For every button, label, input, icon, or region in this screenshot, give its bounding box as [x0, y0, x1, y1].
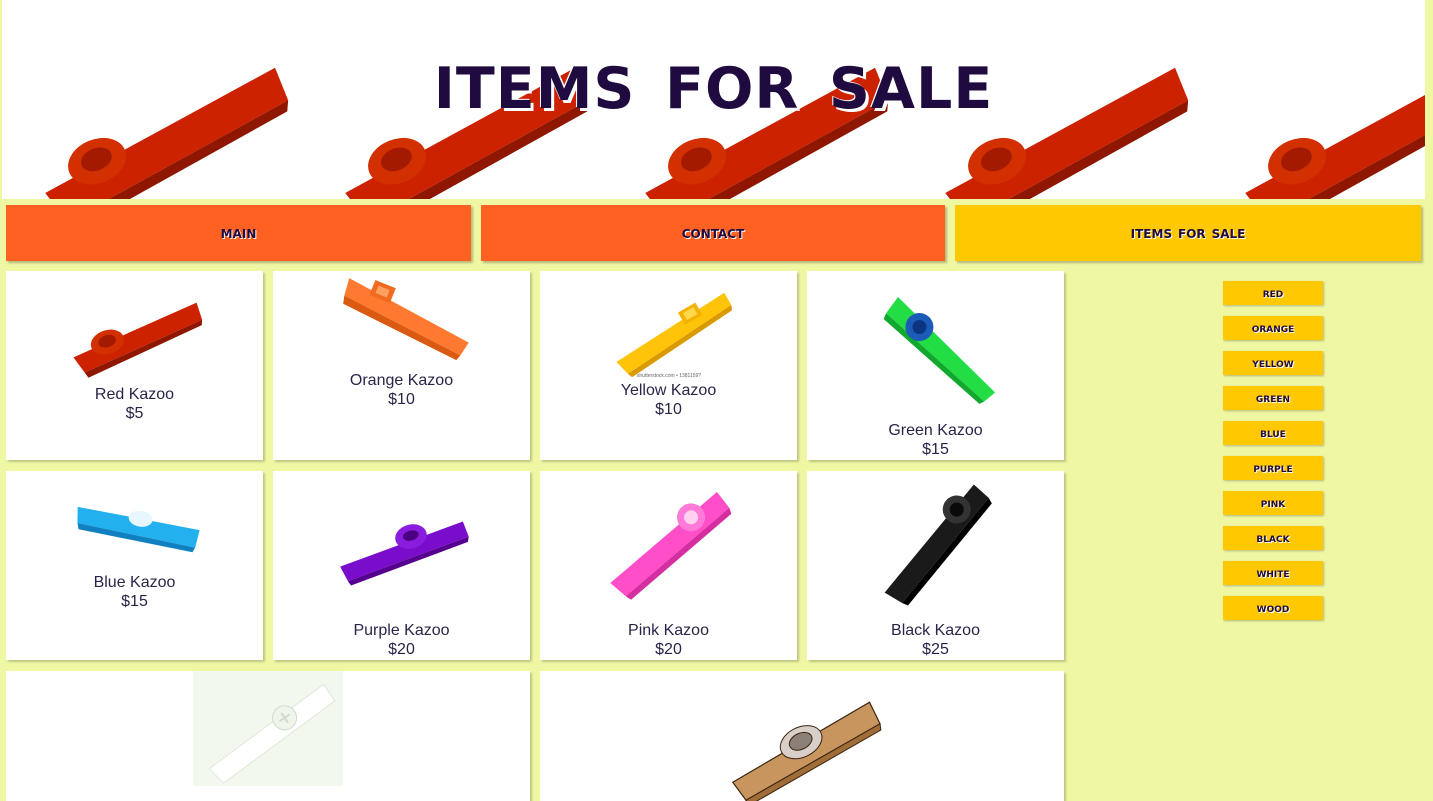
red-kazoo-image	[72, 302, 202, 378]
product-name: Purple Kazoo	[353, 622, 450, 639]
product-name: Black Kazoo	[891, 622, 980, 639]
nav-main-button[interactable]: Main	[6, 205, 471, 261]
yellow-kazoo-image: shutterstock.com • 1381159?	[615, 292, 732, 379]
white-kazoo-image	[193, 671, 343, 786]
product-price: $15	[922, 441, 949, 458]
product-card-orange[interactable]: Orange Kazoo $10	[273, 271, 530, 460]
product-card-green[interactable]: Green Kazoo $15	[807, 271, 1064, 460]
filter-purple-button[interactable]: Purple	[1223, 456, 1323, 480]
product-price: $25	[922, 641, 949, 658]
filter-blue-button[interactable]: Blue	[1223, 421, 1323, 445]
filter-pink-button[interactable]: Pink	[1223, 491, 1323, 515]
filter-wood-button[interactable]: Wood	[1223, 596, 1323, 620]
filter-black-button[interactable]: Black	[1223, 526, 1323, 550]
blue-kazoo-image	[76, 506, 200, 553]
product-card-wood[interactable]	[540, 671, 1064, 801]
black-kazoo-image	[884, 484, 992, 606]
filter-green-button[interactable]: Green	[1223, 386, 1323, 410]
product-name: Pink Kazoo	[628, 622, 709, 639]
page-title: Items for Sale	[433, 33, 994, 128]
nav-contact-button[interactable]: Contact	[481, 205, 945, 261]
product-card-purple[interactable]: Purple Kazoo $20	[273, 471, 530, 660]
image-watermark: shutterstock.com • 1381159?	[636, 373, 700, 379]
product-name: Red Kazoo	[94, 386, 175, 403]
product-card-black[interactable]: Black Kazoo $25	[807, 471, 1064, 660]
product-name: Yellow Kazoo	[620, 382, 717, 399]
product-card-red[interactable]: Red Kazoo $5	[6, 271, 263, 460]
orange-kazoo-image	[342, 278, 469, 361]
filter-orange-button[interactable]: Orange	[1223, 316, 1323, 340]
product-card-blue[interactable]: Blue Kazoo $15	[6, 471, 263, 660]
product-card-white[interactable]	[6, 671, 530, 801]
filter-yellow-button[interactable]: Yellow	[1223, 351, 1323, 375]
product-price: $15	[121, 593, 148, 610]
product-card-yellow[interactable]: shutterstock.com • 1381159? Yellow Kazoo…	[540, 271, 797, 460]
product-name: Blue Kazoo	[93, 574, 176, 591]
product-price: $20	[655, 641, 682, 658]
green-kazoo-image	[883, 297, 995, 404]
product-card-pink[interactable]: Pink Kazoo $20	[540, 471, 797, 660]
product-price: $10	[388, 391, 415, 408]
product-price: $10	[655, 401, 682, 418]
pink-kazoo-image	[609, 492, 731, 600]
product-name: Orange Kazoo	[349, 372, 454, 389]
header-banner: Items for Sale	[2, 0, 1425, 199]
product-name: Green Kazoo	[888, 422, 983, 439]
nav-items-for-sale-button[interactable]: Items for Sale	[955, 205, 1421, 261]
filter-white-button[interactable]: White	[1223, 561, 1323, 585]
product-price: $20	[388, 641, 415, 658]
product-price: $5	[125, 405, 144, 422]
purple-kazoo-image	[339, 521, 469, 586]
filter-red-button[interactable]: Red	[1223, 281, 1323, 305]
wood-kazoo-image	[731, 701, 882, 801]
